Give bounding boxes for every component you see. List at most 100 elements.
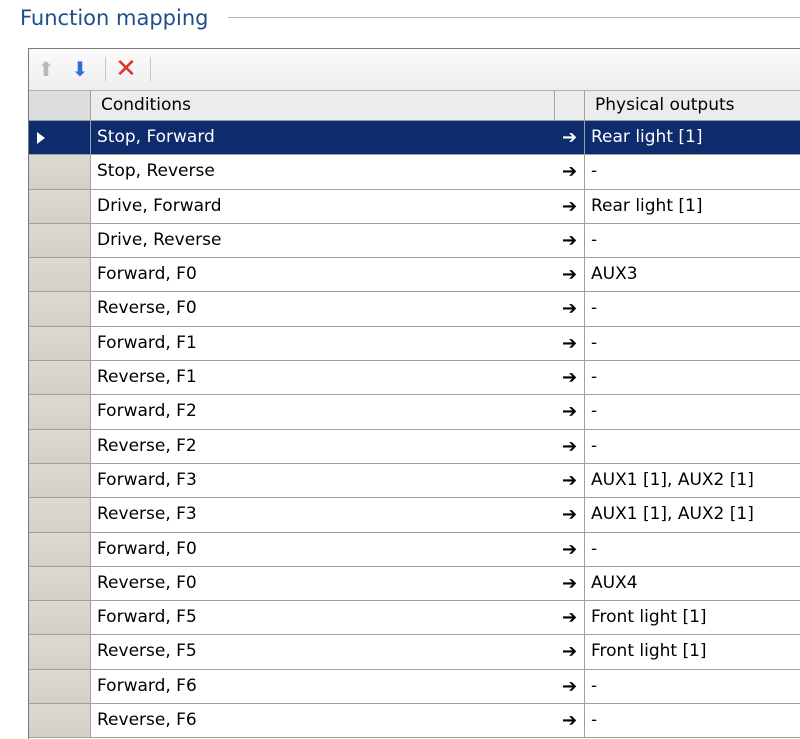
condition-cell[interactable]: Forward, F5 [91,601,555,634]
condition-cell[interactable]: Forward, F2 [91,395,555,428]
table-row[interactable]: Reverse, F0 ➔ AUX4 [29,566,800,602]
arrow-right-icon: ➔ [555,223,585,258]
row-selector[interactable] [29,566,91,601]
condition-cell[interactable]: Reverse, F2 [91,430,555,463]
arrow-right-icon: ➔ [555,635,585,669]
row-selector[interactable] [29,669,91,704]
condition-cell[interactable]: Stop, Reverse [91,155,555,188]
row-selector[interactable] [29,704,91,738]
table-row[interactable]: Reverse, F2 ➔ - [29,429,800,464]
grid-header: Conditions Physical outputs [29,91,800,121]
physical-output-cell[interactable]: - [585,292,800,325]
condition-cell[interactable]: Drive, Forward [91,190,555,223]
physical-output-cell[interactable]: - [585,395,800,428]
table-row[interactable]: Drive, Reverse ➔ - [29,223,800,259]
toolbar-separator [150,57,151,81]
row-selector[interactable] [29,121,91,155]
row-selector[interactable] [29,189,91,223]
table-row[interactable]: Forward, F0 ➔ AUX3 [29,258,800,293]
row-selector[interactable] [29,223,91,258]
arrow-right-icon: ➔ [555,601,585,635]
grid-toolbar: ⬆ ⬇ ✕ [29,49,800,91]
row-selector[interactable] [29,532,91,566]
toolbar-separator [105,57,106,81]
table-row[interactable]: Reverse, F5 ➔ Front light [1] [29,635,800,670]
physical-output-cell[interactable]: Rear light [1] [585,121,800,155]
table-row[interactable]: Reverse, F6 ➔ - [29,704,800,739]
physical-output-cell[interactable]: - [585,224,800,257]
physical-output-cell[interactable]: - [585,430,800,463]
move-down-icon[interactable]: ⬇ [67,56,93,82]
row-selector[interactable] [29,395,91,429]
condition-cell[interactable]: Forward, F1 [91,327,555,360]
table-row[interactable]: Forward, F6 ➔ - [29,669,800,705]
arrow-right-icon: ➔ [555,704,585,738]
condition-cell[interactable]: Reverse, F0 [91,292,555,325]
physical-output-cell[interactable]: - [585,533,800,566]
condition-cell[interactable]: Forward, F0 [91,258,555,291]
arrow-right-icon: ➔ [555,121,585,155]
condition-cell[interactable]: Forward, F0 [91,533,555,566]
physical-output-cell[interactable]: AUX1 [1], AUX2 [1] [585,464,800,497]
row-selector[interactable] [29,429,91,463]
move-up-icon[interactable]: ⬆ [33,56,59,82]
table-row[interactable]: Forward, F5 ➔ Front light [1] [29,601,800,636]
row-selector[interactable] [29,326,91,361]
arrow-right-icon: ➔ [555,566,585,601]
physical-output-cell[interactable]: AUX1 [1], AUX2 [1] [585,498,800,531]
physical-output-cell[interactable]: Rear light [1] [585,190,800,223]
table-row[interactable]: Reverse, F1 ➔ - [29,361,800,396]
physical-outputs-column-header[interactable]: Physical outputs [585,91,800,120]
physical-output-cell[interactable]: - [585,155,800,188]
row-selector[interactable] [29,463,91,498]
arrow-right-icon: ➔ [555,189,585,223]
arrow-right-icon: ➔ [555,292,585,326]
table-row[interactable]: Forward, F2 ➔ - [29,395,800,430]
row-selector[interactable] [29,498,91,532]
condition-cell[interactable]: Reverse, F1 [91,361,555,394]
conditions-column-header[interactable]: Conditions [91,91,555,120]
physical-output-cell[interactable]: - [585,361,800,394]
arrow-right-icon: ➔ [555,395,585,429]
table-row[interactable]: Reverse, F3 ➔ AUX1 [1], AUX2 [1] [29,498,800,533]
row-selector[interactable] [29,635,91,669]
condition-cell[interactable]: Forward, F6 [91,670,555,703]
row-selector[interactable] [29,258,91,292]
table-row[interactable]: Drive, Forward ➔ Rear light [1] [29,189,800,224]
condition-cell[interactable]: Stop, Forward [91,121,555,155]
physical-output-cell[interactable]: Front light [1] [585,601,800,634]
row-selector-header[interactable] [29,91,91,120]
condition-cell[interactable]: Drive, Reverse [91,224,555,257]
condition-cell[interactable]: Forward, F3 [91,464,555,497]
groupbox-title: Function mapping [20,4,215,32]
row-selector[interactable] [29,361,91,395]
arrow-right-icon: ➔ [555,326,585,361]
condition-cell[interactable]: Reverse, F6 [91,704,555,737]
arrow-right-icon: ➔ [555,429,585,463]
physical-output-cell[interactable]: - [585,704,800,737]
physical-output-cell[interactable]: - [585,670,800,703]
table-row[interactable]: Reverse, F0 ➔ - [29,292,800,327]
arrow-right-icon: ➔ [555,532,585,566]
row-selector[interactable] [29,155,91,189]
row-selector[interactable] [29,601,91,635]
arrow-column-header[interactable] [555,91,585,120]
table-row[interactable]: Forward, F0 ➔ - [29,532,800,567]
grid-rows: Stop, Forward ➔ Rear light [1] Stop, Revers… [29,121,800,739]
arrow-right-icon: ➔ [555,258,585,292]
physical-output-cell[interactable]: AUX3 [585,258,800,291]
delete-icon[interactable]: ✕ [113,56,139,82]
table-row[interactable]: Stop, Forward ➔ Rear light [1] [29,121,800,156]
row-selector[interactable] [29,292,91,326]
arrow-right-icon: ➔ [555,155,585,189]
physical-output-cell[interactable]: - [585,327,800,360]
table-row[interactable]: Stop, Reverse ➔ - [29,155,800,190]
table-row[interactable]: Forward, F1 ➔ - [29,326,800,362]
table-row[interactable]: Forward, F3 ➔ AUX1 [1], AUX2 [1] [29,463,800,499]
condition-cell[interactable]: Reverse, F0 [91,567,555,600]
condition-cell[interactable]: Reverse, F5 [91,635,555,668]
physical-output-cell[interactable]: Front light [1] [585,635,800,668]
physical-output-cell[interactable]: AUX4 [585,567,800,600]
condition-cell[interactable]: Reverse, F3 [91,498,555,531]
arrow-right-icon: ➔ [555,498,585,532]
